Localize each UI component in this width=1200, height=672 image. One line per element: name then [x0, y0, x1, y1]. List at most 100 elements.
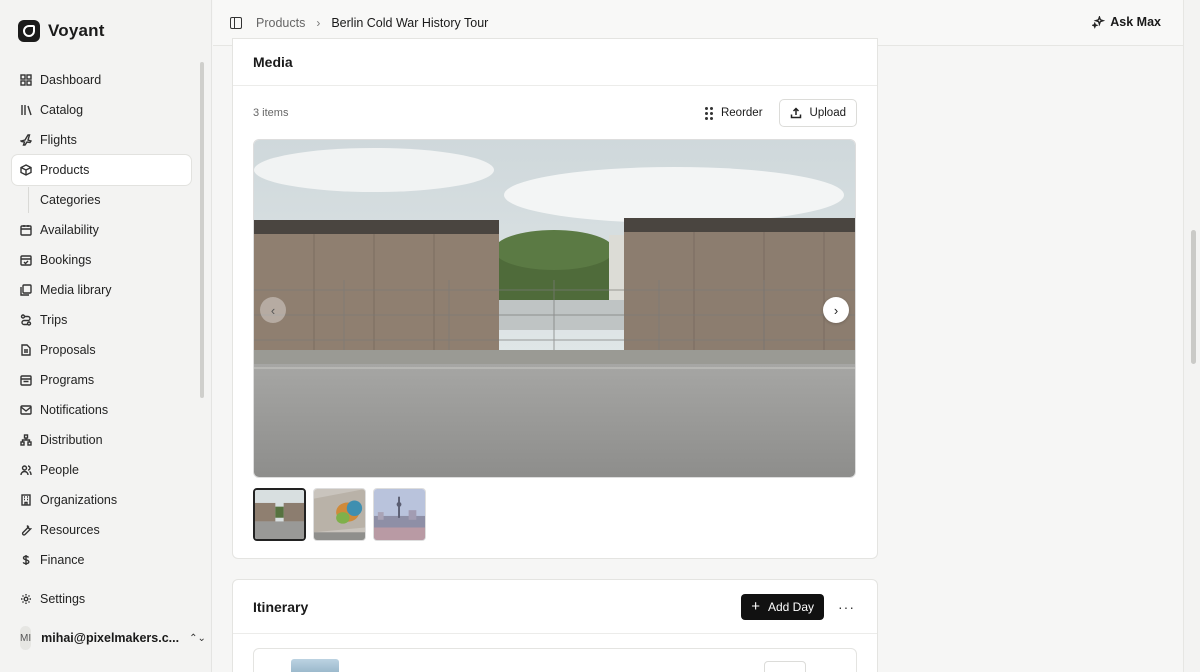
media-viewer[interactable]: ‹ ›	[253, 139, 856, 478]
thumbnail-skyline[interactable]	[373, 488, 426, 541]
sidebar-item-resources[interactable]: Resources	[12, 515, 191, 545]
sidebar-item-notifications[interactable]: Notifications	[12, 395, 191, 425]
berlin-wall-photo	[254, 140, 855, 477]
skyline-thumbnail	[374, 489, 425, 540]
reorder-button[interactable]: Reorder	[704, 106, 763, 120]
berlin-wall-thumbnail	[255, 490, 304, 539]
mail-icon	[20, 404, 32, 416]
sidebar-item-label: Dashboard	[40, 73, 102, 87]
sidebar-item-people[interactable]: People	[12, 455, 191, 485]
sidebar-settings: Settings	[12, 584, 191, 614]
sidebar-item-label: Proposals	[40, 343, 96, 357]
voyant-logo-icon	[18, 20, 40, 42]
sidebar-item-media-library[interactable]: Media library	[12, 275, 191, 305]
sidebar-item-organizations[interactable]: Organizations	[12, 485, 191, 515]
media-card-header: Media	[233, 39, 877, 86]
network-icon	[20, 434, 32, 446]
thumbnail-berlin-wall[interactable]	[253, 488, 306, 541]
media-count: 3 items	[253, 107, 289, 119]
calendar-check-icon	[20, 254, 32, 266]
ask-max-button[interactable]: Ask Max	[1092, 15, 1161, 29]
sidebar-item-label: Finance	[40, 553, 85, 567]
calendar-list-icon	[20, 374, 32, 386]
sidebar-item-availability[interactable]: Availability	[12, 215, 191, 245]
previous-image-button[interactable]: ‹	[260, 297, 286, 323]
sidebar-item-label: Availability	[40, 223, 99, 237]
sidebar-item-settings[interactable]: Settings	[12, 584, 191, 614]
sidebar-item-label: People	[40, 463, 79, 477]
sidebar-item-label: Categories	[40, 193, 101, 207]
upload-icon	[790, 107, 801, 119]
sidebar-item-dashboard[interactable]: Dashboard	[12, 65, 191, 95]
sidebar-item-distribution[interactable]: Distribution	[12, 425, 191, 455]
chevron-right-icon: ›	[833, 302, 839, 318]
sidebar-item-label: Notifications	[40, 403, 109, 417]
ask-max-label: Ask Max	[1110, 15, 1161, 29]
wrench-icon	[20, 524, 32, 536]
sidebar-item-label: Catalog	[40, 103, 84, 117]
route-icon	[20, 314, 32, 326]
page-scrollbar-thumb[interactable]	[1191, 230, 1196, 364]
brand[interactable]: Voyant	[18, 20, 105, 42]
sidebar-item-label: Resources	[40, 523, 100, 537]
sidebar-item-programs[interactable]: Programs	[12, 365, 191, 395]
sidebar-item-catalog[interactable]: Catalog	[12, 95, 191, 125]
chevron-left-icon: ‹	[270, 302, 276, 318]
day-thumbnail	[291, 659, 339, 672]
itinerary-header: Itinerary + Add Day ···	[233, 580, 877, 634]
people-icon	[20, 464, 32, 476]
building-icon	[20, 494, 32, 506]
sidebar-item-finance[interactable]: Finance	[12, 545, 191, 575]
page-scrollbar-track[interactable]	[1183, 0, 1200, 672]
calendar-icon	[20, 224, 32, 236]
chevron-right-icon: ›	[316, 15, 321, 30]
sidebar-item-products[interactable]: Products	[12, 155, 191, 185]
breadcrumb-products[interactable]: Products	[256, 16, 305, 30]
itinerary-day-row[interactable]	[253, 648, 857, 672]
document-icon	[20, 344, 32, 356]
dollar-icon	[20, 554, 32, 566]
sidebar-item-label: Organizations	[40, 493, 118, 507]
sidebar-item-label: Programs	[40, 373, 95, 387]
upload-button[interactable]: Upload	[778, 99, 857, 127]
media-title: Media	[253, 54, 293, 70]
sidebar-toggle-icon[interactable]	[230, 16, 242, 29]
plane-icon	[20, 134, 32, 146]
sidebar-nav: Dashboard Catalog Flights Products Categ…	[12, 65, 191, 575]
sparkle-icon	[1092, 15, 1106, 29]
thumbnail-mural[interactable]	[313, 488, 366, 541]
sidebar-item-categories[interactable]: Categories	[12, 185, 191, 215]
gear-icon	[20, 593, 32, 605]
plus-icon: +	[751, 598, 760, 615]
media-toolbar: 3 items Reorder Upload	[253, 99, 857, 127]
sidebar-item-label: Flights	[40, 133, 77, 147]
itinerary-title: Itinerary	[253, 598, 309, 615]
chevron-up-down-icon: ⌃⌄	[189, 632, 206, 644]
media-card: Media 3 items Reorder Upload ‹ ›	[232, 38, 878, 559]
day-action-button[interactable]	[764, 661, 806, 672]
images-icon	[20, 284, 32, 296]
sidebar-item-label: Trips	[40, 313, 68, 327]
sidebar-item-label: Distribution	[40, 433, 103, 447]
sidebar-item-flights[interactable]: Flights	[12, 125, 191, 155]
sidebar-item-trips[interactable]: Trips	[12, 305, 191, 335]
sidebar: Voyant Dashboard Catalog Flights Product…	[0, 0, 212, 672]
dashboard-icon	[20, 74, 32, 86]
upload-label: Upload	[809, 107, 846, 119]
sidebar-item-label: Media library	[40, 283, 112, 297]
reorder-label: Reorder	[720, 107, 763, 119]
box-icon	[20, 164, 32, 176]
sidebar-item-label: Settings	[40, 592, 86, 606]
add-day-button[interactable]: + Add Day	[741, 593, 824, 620]
next-image-button[interactable]: ›	[823, 297, 849, 323]
mural-thumbnail	[314, 489, 365, 540]
sidebar-item-bookings[interactable]: Bookings	[12, 245, 191, 275]
sidebar-item-label: Bookings	[40, 253, 92, 267]
user-menu[interactable]: MI mihai@pixelmakers.c... ⌃⌄	[20, 626, 206, 650]
catalog-icon	[20, 104, 32, 116]
breadcrumb-current: Berlin Cold War History Tour	[331, 15, 489, 30]
sidebar-item-proposals[interactable]: Proposals	[12, 335, 191, 365]
more-options-icon[interactable]: ···	[838, 599, 855, 615]
brand-name: Voyant	[48, 21, 105, 40]
sidebar-scrollbar[interactable]	[200, 62, 204, 398]
